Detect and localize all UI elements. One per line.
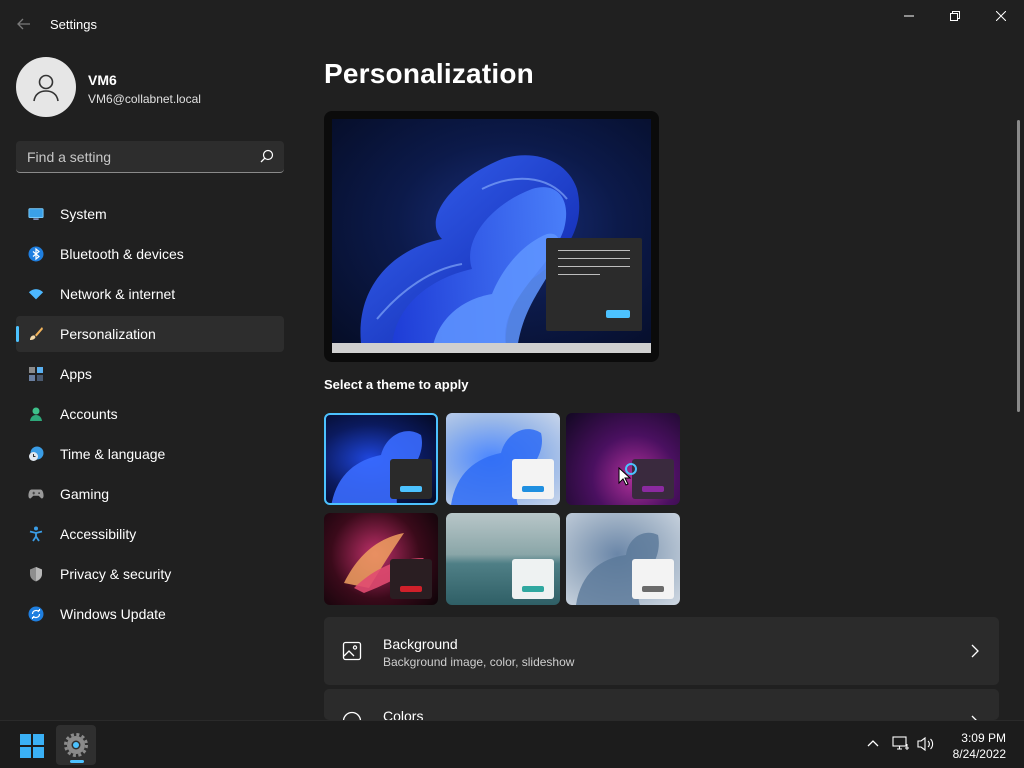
clock-time: 3:09 PM <box>961 731 1006 745</box>
background-card[interactable]: Background Background image, color, slid… <box>324 617 999 685</box>
preview-window <box>546 238 642 331</box>
theme-tile-windows-dark[interactable] <box>324 413 438 505</box>
taskbar-settings-app[interactable] <box>56 725 96 765</box>
theme-grid <box>324 413 684 605</box>
sidebar-item-label: Personalization <box>60 326 156 342</box>
image-icon <box>342 641 362 661</box>
scrollbar[interactable] <box>1017 120 1020 412</box>
sidebar-item-label: System <box>60 206 107 222</box>
back-arrow-icon <box>17 18 30 30</box>
chevron-right-icon <box>971 644 979 658</box>
person-icon <box>28 406 44 422</box>
apps-icon <box>28 366 44 382</box>
colors-card[interactable]: Colors <box>324 689 999 720</box>
close-icon <box>996 11 1006 21</box>
clock-globe-icon <box>28 446 44 462</box>
network-icon[interactable] <box>892 736 910 752</box>
sidebar-item-label: Accounts <box>60 406 118 422</box>
sidebar-item-label: Network & internet <box>60 286 176 302</box>
theme-tile-windows-light[interactable] <box>446 413 560 505</box>
sidebar-item-system[interactable]: System <box>16 196 284 232</box>
sidebar-item-bluetooth[interactable]: Bluetooth & devices <box>16 236 284 272</box>
sidebar-item-time-language[interactable]: Time & language <box>16 436 284 472</box>
start-button[interactable] <box>20 734 44 758</box>
minimize-icon <box>904 15 914 17</box>
sidebar-item-label: Bluetooth & devices <box>60 246 184 262</box>
back-button[interactable] <box>10 10 38 38</box>
card-subtitle: Background image, color, slideshow <box>383 655 575 669</box>
sidebar-item-label: Apps <box>60 366 92 382</box>
gear-icon <box>64 733 88 757</box>
clock-date: 8/24/2022 <box>952 747 1006 761</box>
monitor-icon <box>28 206 44 222</box>
sidebar-item-label: Accessibility <box>60 526 137 542</box>
sidebar-item-network[interactable]: Network & internet <box>16 276 284 312</box>
theme-tile-sunrise[interactable] <box>446 513 560 605</box>
sidebar-item-accessibility[interactable]: Accessibility <box>16 516 284 552</box>
preview-button <box>606 310 630 318</box>
minimize-button[interactable] <box>886 0 932 32</box>
themes-label: Select a theme to apply <box>324 377 469 392</box>
brush-icon <box>28 326 44 342</box>
sidebar-item-apps[interactable]: Apps <box>16 356 284 392</box>
restore-icon <box>950 11 960 21</box>
title-bar: Settings <box>0 0 1024 48</box>
card-title: Colors <box>383 708 424 720</box>
sidebar-item-gaming[interactable]: Gaming <box>16 476 284 512</box>
theme-tile-captured-motion[interactable] <box>324 513 438 605</box>
theme-tile-glow[interactable] <box>566 413 680 505</box>
wifi-icon <box>28 286 44 302</box>
close-button[interactable] <box>978 0 1024 32</box>
windows-logo-icon <box>20 734 44 758</box>
loading-ring-icon <box>625 463 637 475</box>
search-box[interactable] <box>16 141 284 173</box>
avatar[interactable] <box>16 57 76 117</box>
shield-icon <box>28 566 44 582</box>
sidebar-item-accounts[interactable]: Accounts <box>16 396 284 432</box>
sidebar-item-label: Time & language <box>60 446 166 462</box>
profile-name: VM6 <box>88 72 117 88</box>
theme-tile-flow[interactable] <box>566 513 680 605</box>
page-title: Personalization <box>324 58 534 89</box>
theme-preview <box>324 111 659 362</box>
clock[interactable]: 3:09 PM 8/24/2022 <box>953 730 1006 762</box>
app-title: Settings <box>50 17 97 32</box>
active-app-indicator <box>70 760 84 763</box>
search-input[interactable] <box>16 141 256 172</box>
sidebar-item-personalization[interactable]: Personalization <box>16 316 284 352</box>
volume-icon[interactable] <box>917 736 935 752</box>
chevron-up-icon[interactable] <box>866 736 880 750</box>
person-icon <box>33 74 59 102</box>
bluetooth-icon <box>28 246 44 262</box>
profile-email: VM6@collabnet.local <box>88 92 201 106</box>
card-title: Background <box>383 636 458 652</box>
sidebar-item-label: Privacy & security <box>60 566 172 582</box>
search-icon <box>260 149 274 163</box>
sidebar-nav: System Bluetooth & devices Network & int… <box>16 196 284 636</box>
update-icon <box>28 606 44 622</box>
taskbar: 3:09 PM 8/24/2022 <box>0 720 1024 768</box>
preview-taskbar <box>332 343 651 353</box>
restore-button[interactable] <box>932 0 978 32</box>
accessibility-icon <box>28 526 44 542</box>
gamepad-icon <box>28 486 44 502</box>
sidebar-item-windows-update[interactable]: Windows Update <box>16 596 284 632</box>
sidebar-item-privacy-security[interactable]: Privacy & security <box>16 556 284 592</box>
sidebar-item-label: Gaming <box>60 486 110 502</box>
sidebar-item-label: Windows Update <box>60 606 166 622</box>
palette-icon <box>342 711 362 720</box>
